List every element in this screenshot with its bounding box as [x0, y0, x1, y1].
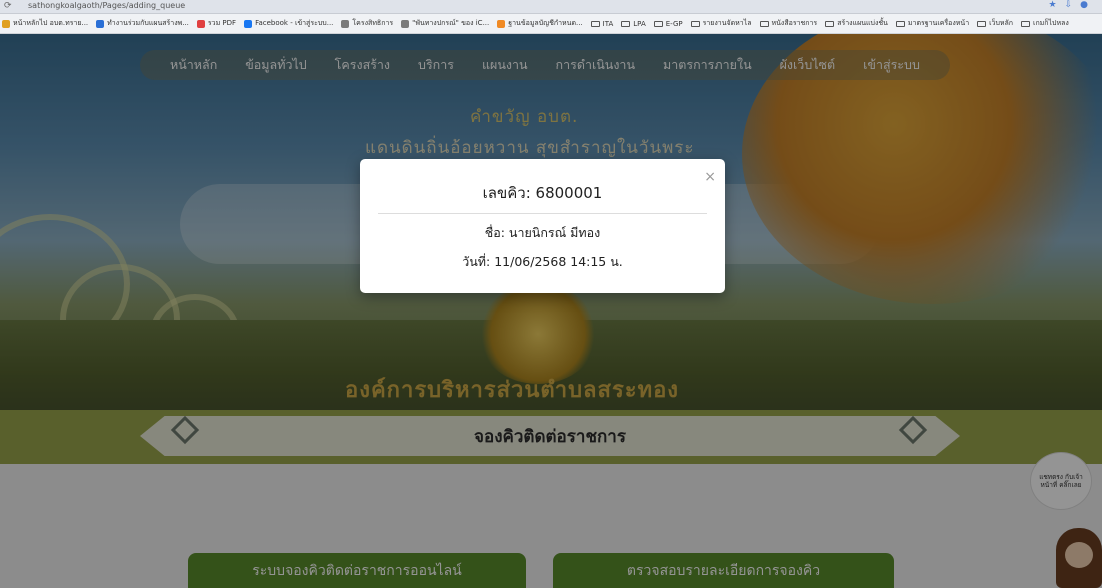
bookmark-label: หน้าหลักไป อบต.ทราย... — [13, 19, 89, 27]
address-bar[interactable]: ⟳ sathongkoalgaoth/Pages/adding_queue ★⇩… — [0, 0, 1102, 14]
facebook-icon — [244, 19, 253, 28]
browser-toolbar-icons[interactable]: ★⇩● — [1049, 0, 1096, 10]
bookmark-label: โครงสิทธิการ — [352, 19, 394, 27]
bookmark-item[interactable]: ทำงานร่วมกับแผนสร้างพ... — [96, 18, 189, 29]
bookmark-label: LPA — [633, 19, 646, 28]
bookmark-item[interactable]: ฐานข้อมูลบัญชีกำหนด... — [497, 18, 583, 29]
pdf-icon — [196, 19, 205, 28]
bookmark-item[interactable]: Facebook - เข้าสู่ระบบ... — [244, 18, 333, 29]
site-icon — [2, 19, 10, 28]
bookmark-label: รวม PDF — [207, 19, 237, 27]
folder-icon — [977, 20, 987, 27]
folder-icon — [759, 20, 769, 27]
queue-name-text: ชื่อ: นายนิกรณ์ มีทอง — [484, 225, 601, 240]
queue-date-text: วันที่: 11/06/2568 14:15 น. — [462, 254, 623, 269]
bookmark-item[interactable]: มาตรฐานเครื่องหน้า — [895, 18, 970, 29]
bookmark-item[interactable]: หน้าหลักไป อบต.ทราย... — [2, 18, 88, 29]
folder-icon — [621, 20, 631, 27]
folder-icon — [895, 20, 905, 27]
site-icon — [341, 19, 350, 28]
folder-icon — [825, 20, 835, 27]
bookmark-item[interactable]: รวม PDF — [196, 18, 237, 29]
bookmark-item[interactable]: E-GP — [653, 19, 683, 28]
site-icon — [401, 19, 410, 28]
queue-number-modal: × เลขคิว: 6800001 ชื่อ: นายนิกรณ์ มีทอง … — [360, 159, 725, 293]
bookmark-label: "พันทางปกรณ์" ของ iC... — [412, 19, 490, 27]
bookmark-label: รายงานจัดหาไล — [702, 19, 752, 27]
bookmark-item[interactable]: ITA — [590, 19, 614, 28]
bookmark-item[interactable]: เว็บหลัก — [977, 18, 1013, 29]
bookmark-label: มาตรฐานเครื่องหน้า — [907, 19, 970, 27]
modal-backdrop[interactable] — [0, 34, 1102, 588]
bookmark-item[interactable]: LPA — [621, 19, 646, 28]
bookmark-label: Facebook - เข้าสู่ระบบ... — [255, 19, 334, 27]
bookmark-label: สร้างแผนแบ่งชั้น — [837, 19, 888, 27]
folder-icon — [590, 20, 600, 27]
bookmark-item[interactable]: สร้างแผนแบ่งชั้น — [825, 18, 888, 29]
bookmark-label: ITA — [602, 19, 614, 28]
bookmark-label: ทำงานร่วมกับแผนสร้างพ... — [107, 19, 189, 27]
site-icon — [96, 19, 105, 28]
folder-icon — [1021, 20, 1031, 27]
bookmark-item[interactable]: หนังสือราชการ — [759, 18, 818, 29]
queue-number-title: เลขคิว: 6800001 — [482, 184, 603, 202]
folder-icon — [690, 20, 700, 27]
bookmark-label: เว็บหลัก — [989, 19, 1014, 27]
bookmark-label: เกมก็ไปหลง — [1033, 19, 1069, 27]
site-icon — [497, 19, 506, 28]
bookmark-item[interactable]: โครงสิทธิการ — [341, 18, 393, 29]
folder-icon — [653, 20, 663, 27]
bookmarks-bar: หน้าหลักไป อบต.ทราย... ทำงานร่วมกับแผนสร้… — [0, 14, 1102, 34]
bookmark-label: หนังสือราชการ — [771, 19, 818, 27]
bookmark-label: ฐานข้อมูลบัญชีกำหนด... — [508, 19, 583, 27]
bookmark-item[interactable]: รายงานจัดหาไล — [690, 18, 752, 29]
bookmark-item[interactable]: "พันทางปกรณ์" ของ iC... — [401, 18, 489, 29]
url-text[interactable]: sathongkoalgaoth/Pages/adding_queue — [28, 1, 185, 10]
bookmark-item[interactable]: เกมก็ไปหลง — [1021, 18, 1069, 29]
reload-icon[interactable]: ⟳ — [4, 1, 12, 11]
bookmark-label: E-GP — [665, 19, 683, 28]
modal-divider — [378, 213, 707, 214]
